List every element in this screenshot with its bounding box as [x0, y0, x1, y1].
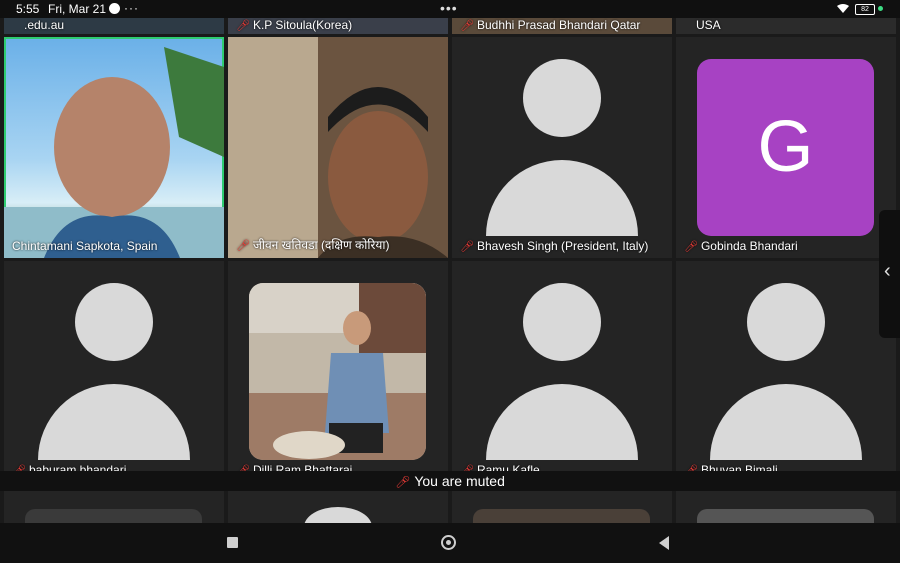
participant-name: .edu.au — [24, 18, 65, 32]
participant-tile[interactable]: 🎤︎ Bhavesh Singh (President, Italy) — [452, 37, 672, 258]
chevron-left-icon: ‹ — [884, 260, 891, 282]
participant-name: Ramu Kafle — [476, 463, 540, 471]
muted-mic-icon: 🎤︎ — [236, 20, 250, 32]
muted-mic-icon: 🎤︎ — [236, 240, 250, 252]
window-menu-icon[interactable]: ••• — [440, 0, 458, 16]
participant-tile[interactable]: 🎤︎ baburam bhandari — [4, 261, 224, 471]
participant-name: USA — [696, 18, 721, 32]
initial-avatar: G — [697, 59, 874, 236]
participant-tile-top-3[interactable]: 🎤︎ Budhhi Prasad Bhandari Qatar — [452, 18, 672, 34]
participant-tile-top-4[interactable]: USA — [676, 18, 896, 34]
participant-tile-top-2[interactable]: 🎤︎ K.P Sitoula(Korea) — [228, 18, 448, 34]
participant-tile[interactable]: 🎤︎ Ramu Kafle — [452, 261, 672, 471]
participant-tile-bottom-4[interactable] — [676, 491, 896, 523]
navigation-bar — [0, 523, 900, 563]
status-date: Fri, Mar 21 — [48, 2, 107, 16]
wifi-icon — [837, 4, 849, 13]
messenger-icon — [109, 3, 120, 14]
default-avatar-icon — [747, 283, 825, 361]
participant-name: baburam bhandari — [28, 463, 127, 471]
default-avatar-icon — [523, 283, 601, 361]
video-feed-image — [4, 47, 224, 258]
profile-photo — [249, 283, 426, 460]
participant-tile-bottom-3[interactable] — [452, 491, 672, 523]
home-button[interactable] — [441, 535, 456, 550]
muted-mic-icon: 🎤︎ — [684, 241, 698, 253]
participant-tile-top-1[interactable]: .edu.au — [4, 18, 224, 34]
status-bar: 5:55 Fri, Mar 21 ··· ••• 82 — [0, 0, 900, 18]
video-feed-image — [228, 37, 448, 258]
muted-mic-icon: 🎤︎ — [395, 475, 411, 489]
recent-apps-button[interactable] — [227, 537, 238, 548]
muted-mic-icon: 🎤︎ — [460, 241, 474, 253]
default-avatar-icon — [523, 59, 601, 137]
default-avatar-icon — [75, 283, 153, 361]
participant-tile[interactable]: G 🎤︎ Gobinda Bhandari — [676, 37, 896, 258]
participant-tile[interactable]: 🎤︎ Dilli Ram Bhattarai — [228, 261, 448, 471]
participant-tile-video[interactable]: 🎤︎ जीवन खतिवडा (दक्षिण कोरिया) — [228, 37, 448, 258]
participant-name: जीवन खतिवडा (दक्षिण कोरिया) — [252, 238, 390, 252]
status-time: 5:55 — [16, 2, 40, 16]
participant-name: Budhhi Prasad Bhandari Qatar — [476, 18, 641, 32]
battery-icon: 82 — [855, 4, 875, 15]
side-panel-toggle[interactable]: ‹ — [879, 210, 900, 338]
participant-tile-bottom-2[interactable] — [228, 491, 448, 523]
participant-name: Chintamani Sapkota, Spain — [12, 239, 158, 253]
more-notifications-icon: ··· — [124, 1, 139, 15]
participant-name: Bhavesh Singh (President, Italy) — [476, 239, 649, 253]
participant-name: K.P Sitoula(Korea) — [252, 18, 353, 32]
privacy-indicator-icon — [878, 6, 883, 11]
participant-name: Dilli Ram Bhattarai — [252, 463, 353, 471]
participant-tile[interactable]: 🎤︎ Bhuvan Bimali — [676, 261, 896, 471]
muted-notice-text: You are muted — [414, 473, 505, 489]
muted-notice: 🎤︎ You are muted — [0, 471, 900, 491]
back-button[interactable] — [659, 536, 669, 550]
muted-mic-icon: 🎤︎ — [460, 20, 474, 32]
default-avatar-icon — [304, 507, 372, 523]
participant-tile-bottom-1[interactable] — [4, 491, 224, 523]
participant-tile-video[interactable]: Chintamani Sapkota, Spain — [4, 37, 224, 258]
participant-name: Gobinda Bhandari — [700, 239, 798, 253]
participant-name: Bhuvan Bimali — [700, 463, 778, 471]
